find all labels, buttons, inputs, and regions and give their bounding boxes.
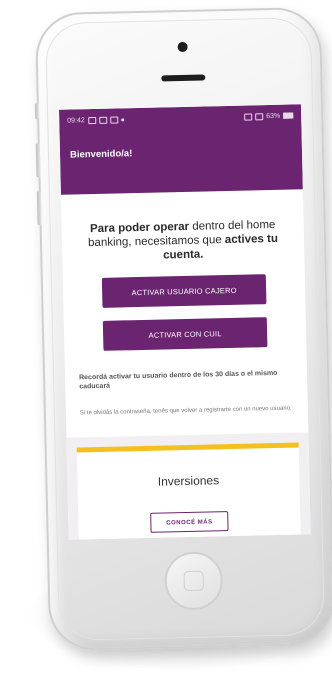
- volume-up-button: [35, 143, 41, 178]
- reminder-text: Recordá activar tu usuario dentro de los…: [79, 369, 278, 391]
- intro-bold-1: Para poder operar: [89, 220, 190, 236]
- mute-switch: [34, 103, 40, 120]
- activate-cashier-user-button[interactable]: ACTIVAR USUARIO CAJERO: [101, 274, 267, 308]
- activate-with-cuil-button[interactable]: ACTIVAR CON CUIL: [102, 317, 268, 351]
- card-accent-bar: [76, 442, 299, 453]
- status-bar: 09:42 63%: [59, 104, 301, 131]
- notification-icon: [98, 116, 107, 124]
- phone-screen: 09:42 63% Bienvenido/a! Para poder opera…: [58, 104, 311, 540]
- app-bar: 09:42 63% Bienvenido/a!: [58, 104, 303, 195]
- signal-icon: [255, 112, 264, 120]
- earpiece-speaker: [161, 74, 206, 82]
- more-dot-icon: [120, 117, 124, 121]
- status-left: 09:42: [67, 115, 124, 125]
- main-content: Para poder operar dentro del home bankin…: [61, 189, 311, 540]
- page-title: Bienvenido/a!: [69, 148, 133, 161]
- home-square-icon: [183, 570, 204, 592]
- card-section: Inversiones CONOCÉ MÁS: [66, 432, 311, 540]
- notification-icon: [109, 115, 118, 124]
- investments-card: Inversiones CONOCÉ MÁS: [76, 442, 302, 540]
- notification-icon: [87, 116, 96, 124]
- volume-down-button: [36, 191, 42, 226]
- battery-percent: 63%: [266, 112, 281, 120]
- card-title: Inversiones: [157, 473, 220, 489]
- learn-more-button[interactable]: CONOCÉ MÁS: [150, 511, 229, 533]
- wifi-icon: [244, 112, 253, 121]
- password-note: Si te olvidás la contraseña, tenés que v…: [79, 405, 292, 417]
- phone-mockup: 09:42 63% Bienvenido/a! Para poder opera…: [34, 6, 332, 652]
- status-right: 63%: [244, 112, 294, 121]
- intro-text: Para poder operar dentro del home bankin…: [76, 218, 291, 265]
- battery-icon: [283, 112, 294, 119]
- status-time: 09:42: [67, 116, 85, 125]
